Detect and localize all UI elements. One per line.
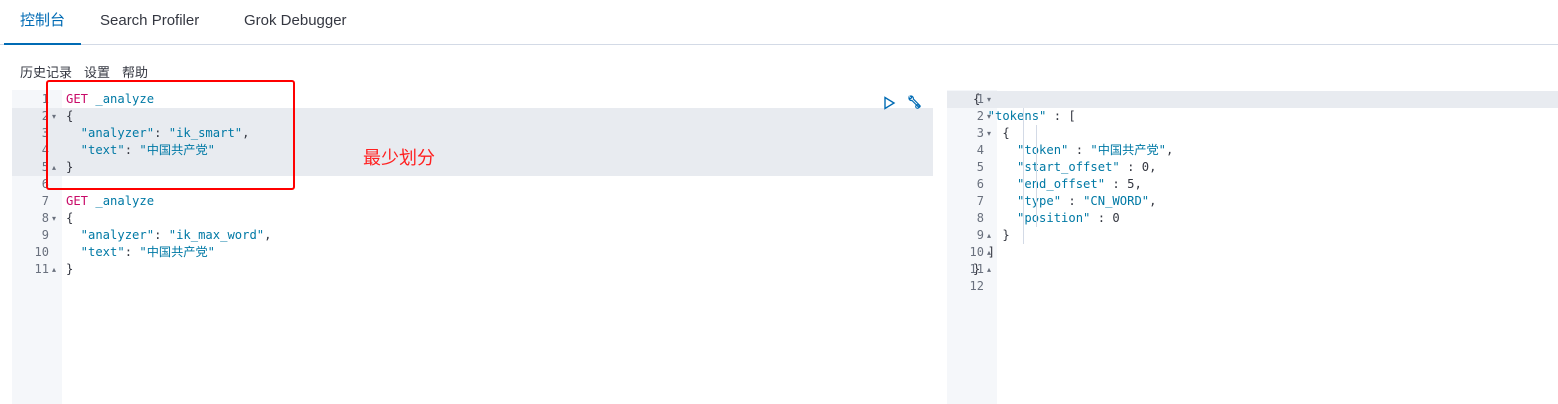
request-actions	[882, 91, 925, 110]
code-line: "position" : 0	[973, 211, 1120, 225]
line-number: 5	[41, 160, 49, 174]
tab-search-profiler[interactable]: Search Profiler	[84, 0, 215, 45]
indent-guide	[1023, 108, 1024, 244]
code-line: {	[973, 92, 981, 106]
indent-guide	[1036, 125, 1037, 227]
console-toolbar: 历史记录 设置 帮助	[20, 62, 160, 81]
line-number: 7	[41, 194, 49, 208]
code-line: }	[973, 228, 1010, 242]
history-link[interactable]: 历史记录	[20, 62, 72, 81]
code-line: "start_offset" : 0,	[973, 160, 1157, 174]
code-line: GET _analyze	[66, 194, 155, 208]
line-number: 1	[41, 92, 49, 106]
line-number: 11	[34, 262, 49, 276]
fold-close-icon[interactable]: ▴	[987, 261, 991, 278]
line-number: 4	[41, 143, 49, 157]
line-number: 6	[41, 177, 49, 191]
help-link[interactable]: 帮助	[122, 62, 148, 81]
code-line: "text": "中国共产党"	[66, 245, 216, 259]
wrench-icon[interactable]	[906, 94, 921, 109]
tab-grok-debugger[interactable]: Grok Debugger	[228, 0, 363, 45]
code-line: "type" : "CN_WORD",	[973, 194, 1157, 208]
tab-bar: 控制台 Search Profiler Grok Debugger	[0, 0, 1558, 45]
annotation-box	[46, 80, 295, 190]
play-icon[interactable]	[882, 95, 896, 110]
code-line: }	[973, 262, 981, 276]
code-line: "token" : "中国共产党",	[973, 143, 1174, 157]
code-line: {	[973, 126, 1010, 140]
response-editor[interactable]: 1 ▾{2 ▾ "tokens" : [3 ▾ {4 "token" : "中国共产党…	[947, 90, 1558, 404]
code-line: ]	[973, 245, 996, 259]
response-code-area[interactable]	[997, 90, 1558, 404]
line-number: 2	[41, 109, 49, 123]
fold-close-icon[interactable]: ▴	[52, 261, 56, 278]
line-number: 10	[34, 245, 49, 259]
line-number: 8	[41, 211, 49, 225]
code-line: "tokens" : [	[973, 109, 1076, 123]
annotation-label: 最少划分	[363, 148, 435, 169]
code-line: {	[66, 211, 74, 225]
code-line: }	[66, 262, 74, 276]
code-line: "end_offset" : 5,	[973, 177, 1142, 191]
tab-console[interactable]: 控制台	[4, 0, 82, 45]
fold-open-icon[interactable]: ▾	[52, 210, 56, 227]
line-number: 12	[969, 279, 984, 293]
line-number: 3	[41, 126, 49, 140]
settings-link[interactable]: 设置	[84, 62, 110, 81]
active-line-highlight	[947, 91, 1558, 108]
line-number: 9	[41, 228, 49, 242]
code-line: "analyzer": "ik_max_word",	[66, 228, 272, 242]
fold-open-icon[interactable]: ▾	[987, 91, 991, 108]
